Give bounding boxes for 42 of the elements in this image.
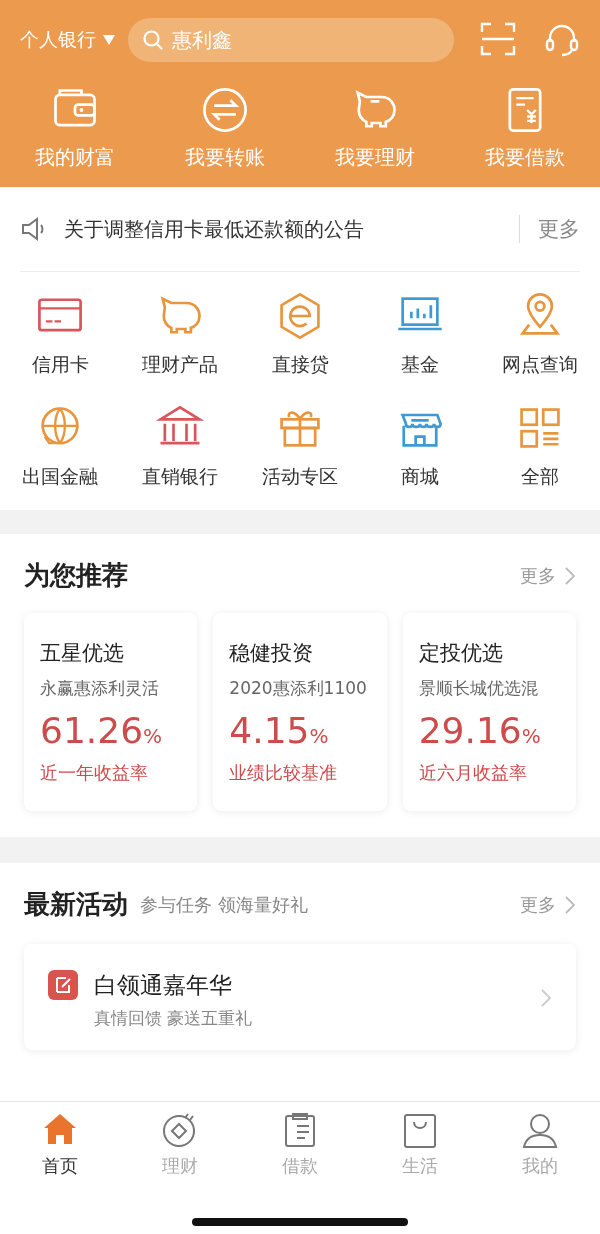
chevron-right-icon bbox=[564, 565, 576, 586]
service-item[interactable]: 信用卡 bbox=[0, 290, 120, 378]
product-category: 五星优选 bbox=[40, 640, 125, 667]
chevron-right-icon bbox=[564, 894, 576, 915]
rate-label: 近一年收益率 bbox=[40, 761, 149, 785]
product-card[interactable]: 稳健投资 2020惠添利1100 4.15% 业绩比较基准 bbox=[213, 613, 387, 811]
service-item[interactable]: 商城 bbox=[360, 402, 480, 490]
rate-label: 近六月收益率 bbox=[418, 761, 528, 785]
tab[interactable]: 首页 bbox=[0, 1110, 120, 1178]
service-item[interactable]: 活动专区 bbox=[240, 402, 360, 490]
product-name: 景顺长城优选混 bbox=[418, 677, 539, 700]
service-item[interactable]: 全部 bbox=[480, 402, 600, 490]
product-card[interactable]: 定投优选 景顺长城优选混 29.16% 近六月收益率 bbox=[402, 613, 576, 811]
product-category: 定投优选 bbox=[418, 640, 504, 667]
rate-label: 业绩比较基准 bbox=[229, 761, 339, 785]
edit-square-icon bbox=[48, 970, 78, 1000]
headset-icon bbox=[544, 22, 580, 58]
return-rate: 4.15% bbox=[229, 710, 330, 751]
service-item[interactable]: 直销银行 bbox=[120, 402, 240, 490]
product-card[interactable]: 五星优选 永赢惠添利灵活 61.26% 近一年收益率 bbox=[24, 613, 198, 811]
product-name: 永赢惠添利灵活 bbox=[40, 677, 160, 700]
more-link[interactable]: 更多 bbox=[519, 215, 580, 243]
service-item[interactable]: 理财产品 bbox=[120, 290, 240, 378]
service-item[interactable]: 出国金融 bbox=[0, 402, 120, 490]
scan-icon bbox=[480, 22, 516, 56]
chevron-right-icon bbox=[540, 988, 552, 1008]
section-title: 最新活动 bbox=[24, 888, 128, 921]
notice-text[interactable]: 关于调整信用卡最低还款额的公告 bbox=[64, 215, 505, 243]
activity-description: 真情回馈 豪送五重礼 bbox=[94, 1007, 254, 1030]
return-rate: 61.26% bbox=[40, 710, 164, 751]
return-rate: 29.16% bbox=[418, 710, 542, 751]
activity-title: 白领通嘉年华 bbox=[94, 971, 233, 1000]
product-category: 稳健投资 bbox=[229, 640, 315, 667]
product-name: 2020惠添利1100 bbox=[229, 677, 368, 700]
section-subtitle: 参与任务 领海量好礼 bbox=[140, 892, 309, 917]
activity-card[interactable]: 白领通嘉年华 真情回馈 豪送五重礼 bbox=[24, 944, 576, 1050]
service-item[interactable]: 直接贷 bbox=[240, 290, 360, 378]
section-title: 为您推荐 bbox=[24, 559, 128, 592]
dropdown-triangle-icon bbox=[102, 34, 116, 46]
service-item[interactable]: 网点查询 bbox=[480, 290, 600, 378]
search-field[interactable]: 惠利鑫 bbox=[128, 18, 454, 62]
service-item[interactable]: 基金 bbox=[360, 290, 480, 378]
